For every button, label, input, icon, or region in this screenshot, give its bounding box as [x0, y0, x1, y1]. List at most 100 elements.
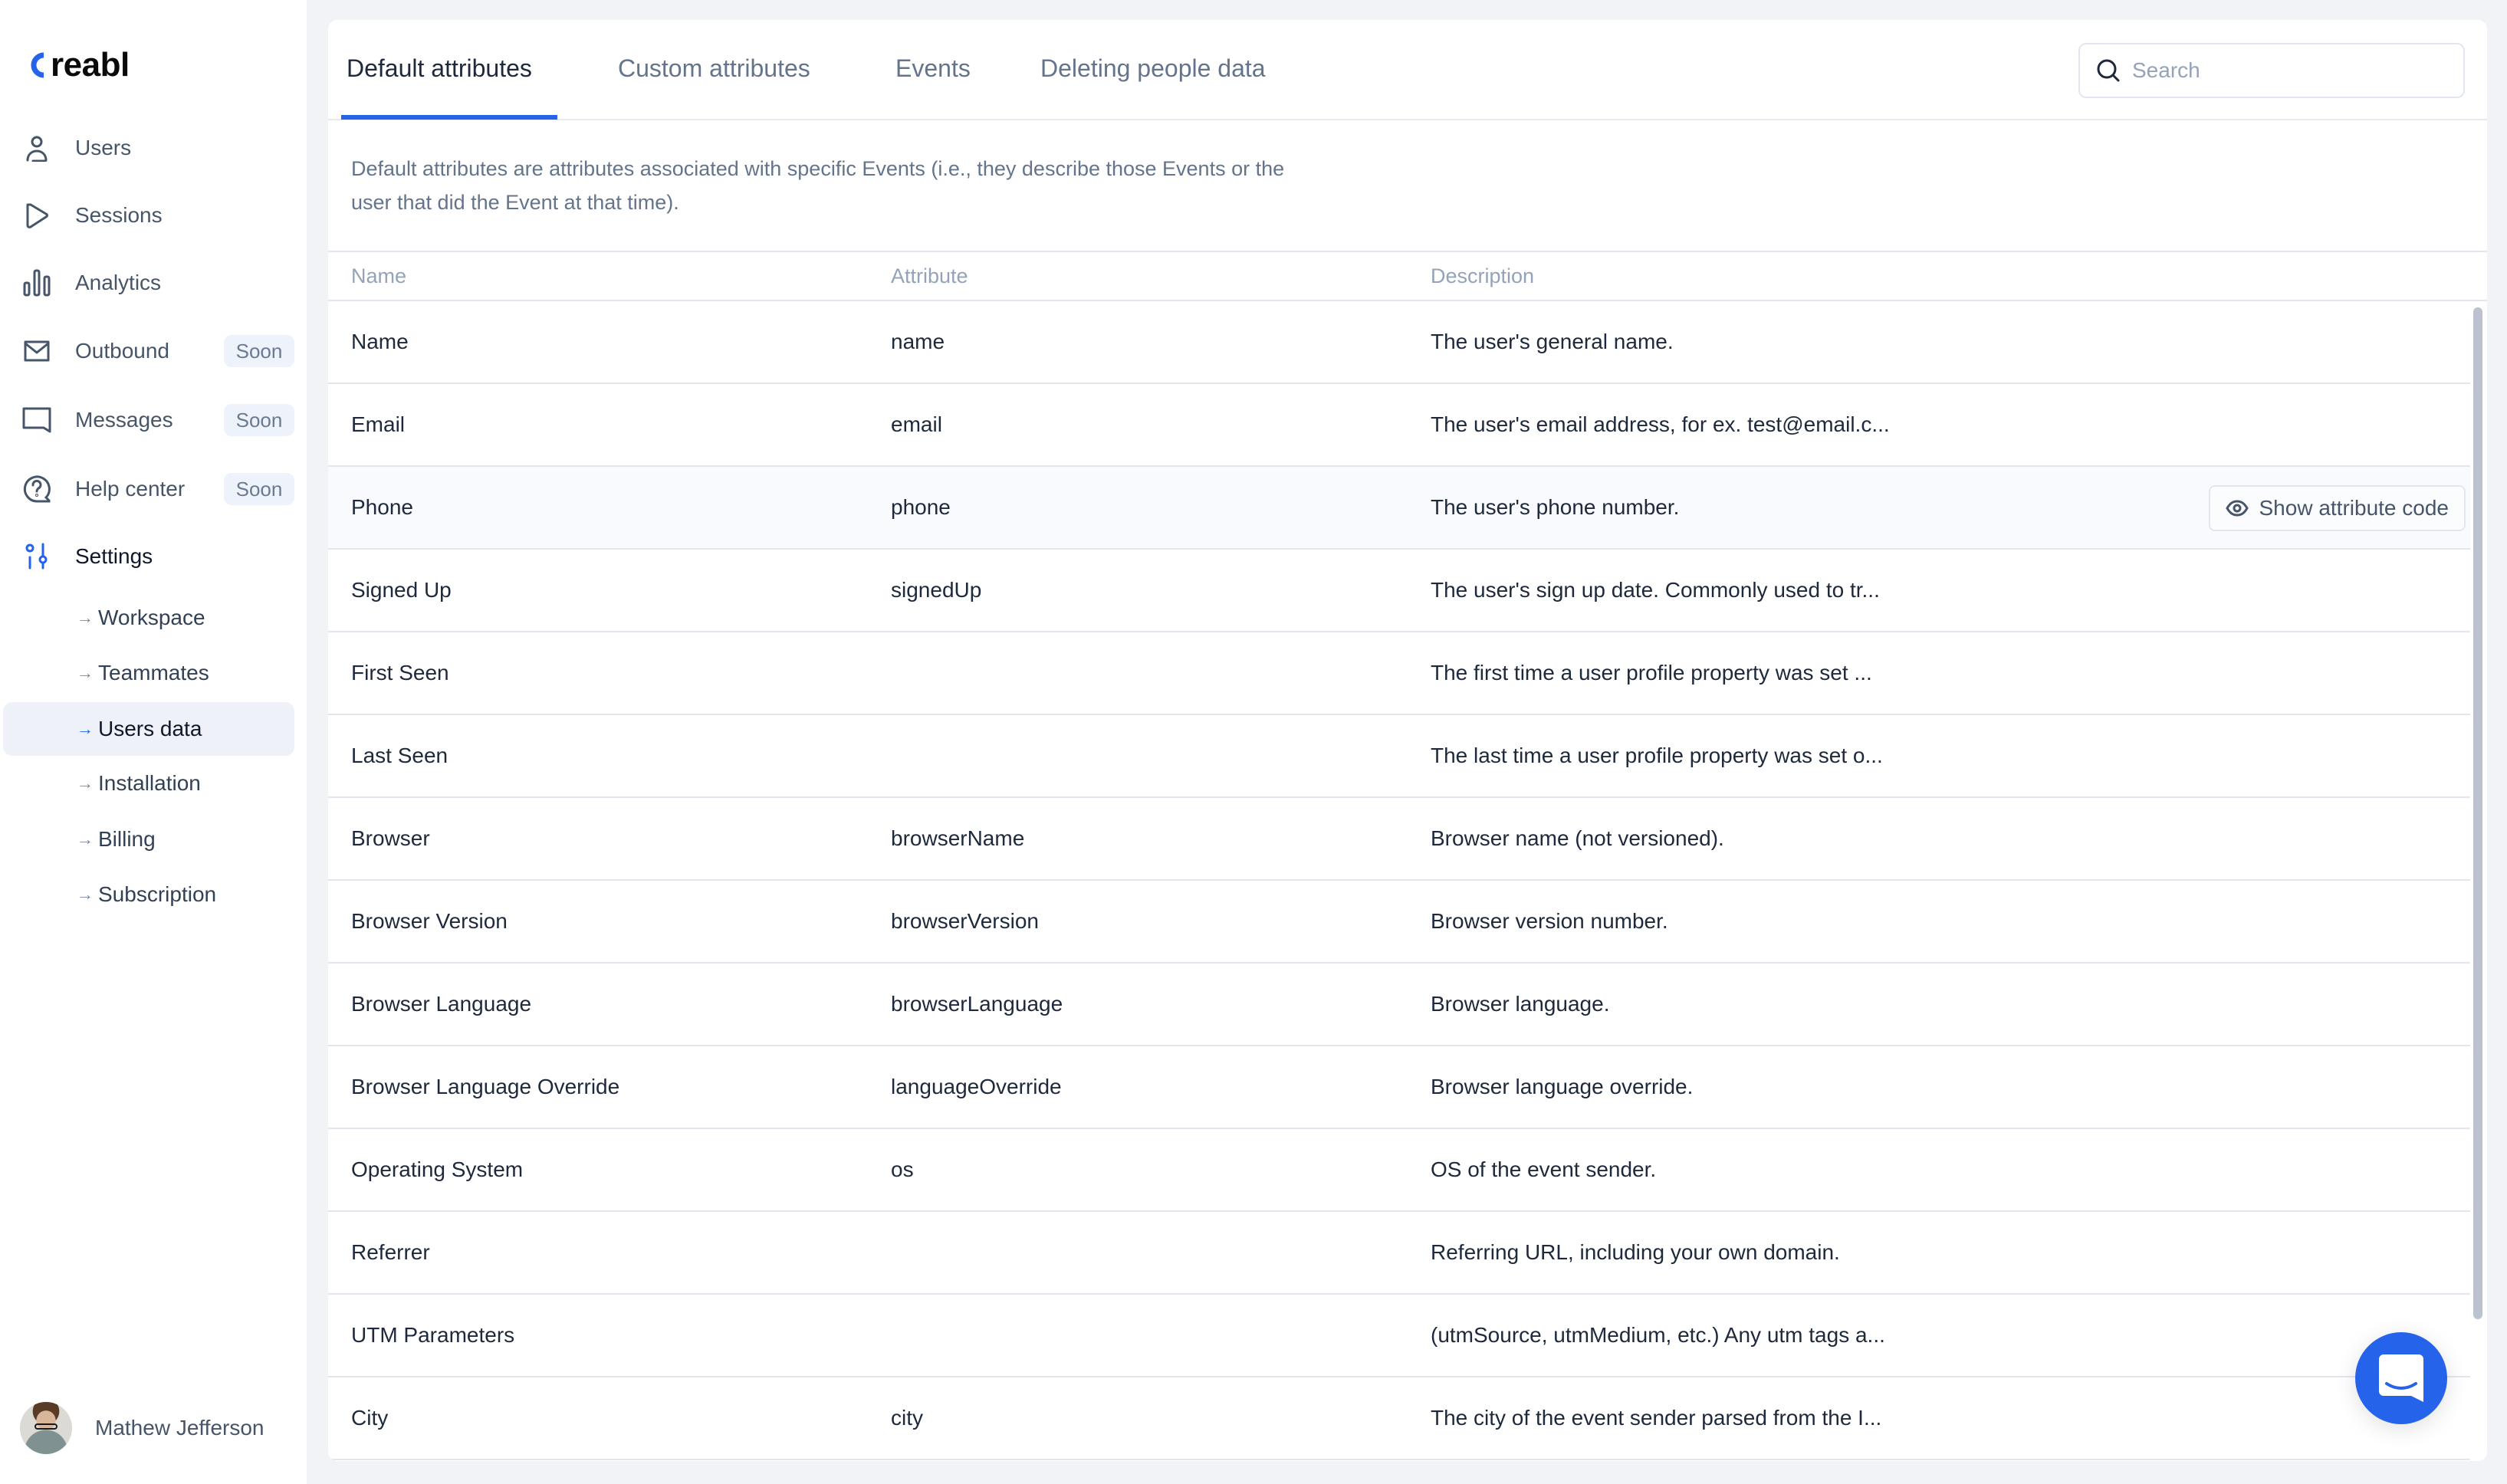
logo-mark-icon [31, 52, 44, 78]
cell-name: UTM Parameters [351, 1323, 515, 1347]
nav-item-sessions[interactable]: Sessions [0, 192, 294, 238]
nav-item-users[interactable]: Users [0, 125, 294, 171]
cell-description: The user's general name. [1431, 330, 1674, 353]
cell-description: The user's phone number. [1431, 495, 1680, 519]
cell-attribute: languageOverride [891, 1075, 1062, 1098]
sub-item-label: Users data [98, 717, 202, 740]
cell-description: The last time a user profile property wa… [1431, 744, 1883, 767]
tab-deleting-people-data[interactable]: Deleting people data [1040, 20, 1266, 120]
cell-name: City [351, 1406, 389, 1430]
settings-sub-teammates[interactable]: → Teammates [3, 646, 294, 700]
cell-description: The user's sign up date. Commonly used t… [1431, 578, 1880, 602]
tab-events[interactable]: Events [895, 20, 971, 120]
soon-badge: Soon [224, 335, 294, 367]
table-row[interactable]: Referrer Referring URL, including your ow… [328, 1212, 2470, 1295]
table-row[interactable]: Browser Version browserVersion Browser ver… [328, 881, 2470, 964]
settings-sub-subscription[interactable]: → Subscription [3, 868, 294, 921]
mail-icon [21, 336, 52, 366]
sub-item-label: Teammates [98, 661, 209, 685]
nav-label: Outbound [75, 339, 169, 363]
table-row[interactable]: Operating System os OS of the event sender… [328, 1129, 2470, 1212]
cell-attribute: phone [891, 495, 951, 519]
cell-description: (utmSource, utmMedium, etc.) Any utm tag… [1431, 1323, 1885, 1347]
table-row[interactable]: Phone phone The user's phone number. Show a… [328, 467, 2470, 550]
cell-description: Browser name (not versioned). [1431, 826, 1724, 850]
soon-badge: Soon [224, 404, 294, 436]
cell-description: Browser language override. [1431, 1075, 1694, 1098]
sub-item-label: Installation [98, 771, 201, 795]
table-row[interactable]: UTM Parameters (utmSource, utmMedium, etc… [328, 1295, 2470, 1377]
nav-label: Messages [75, 408, 173, 432]
nav-item-outbound[interactable]: Outbound Soon [0, 328, 294, 374]
tab-custom-attributes[interactable]: Custom attributes [618, 20, 810, 120]
sliders-icon [21, 541, 52, 572]
logo[interactable]: reabl [23, 48, 130, 83]
arrow-right-icon: → [77, 663, 94, 682]
avatar [20, 1402, 72, 1454]
cell-description: The first time a user profile property w… [1431, 661, 1872, 685]
table-row[interactable]: Browser browserName Browser name (not vers… [328, 798, 2470, 881]
sub-item-label: Workspace [98, 606, 205, 629]
table-row[interactable]: Last Seen The last time a user profile pr… [328, 715, 2470, 798]
active-tab-indicator [341, 115, 557, 120]
eye-icon [2225, 500, 2249, 517]
cell-attribute: os [891, 1157, 914, 1181]
nav-label: Sessions [75, 203, 163, 227]
table-row[interactable]: Signed Up signedUp The user's sign up date… [328, 550, 2470, 632]
nav-item-help-center[interactable]: Help center Soon [0, 466, 294, 512]
settings-sub-installation[interactable]: → Installation [3, 757, 294, 810]
settings-sub-billing[interactable]: → Billing [3, 813, 294, 866]
cell-name: Operating System [351, 1157, 524, 1181]
cell-attribute: browserVersion [891, 909, 1039, 933]
table-row[interactable]: City city The city of the event sender par… [328, 1377, 2470, 1460]
arrow-right-icon: → [77, 885, 94, 904]
search-box[interactable] [2078, 43, 2465, 98]
nav-item-analytics[interactable]: Analytics [0, 260, 294, 306]
show-attribute-code-button[interactable]: Show attribute code [2208, 485, 2466, 531]
cell-name: Signed Up [351, 578, 452, 602]
cell-name: Browser Language Override [351, 1075, 620, 1098]
cell-name: Referrer [351, 1240, 430, 1264]
sub-item-label: Billing [98, 827, 156, 851]
search-input[interactable] [2132, 58, 2454, 83]
arrow-right-icon: → [77, 829, 94, 849]
column-header-description[interactable]: Description [1431, 252, 1534, 300]
settings-sub-workspace[interactable]: → Workspace [3, 591, 294, 645]
nav-label: Analytics [75, 271, 162, 294]
settings-sub-users-data[interactable]: → Users data [3, 702, 294, 756]
chat-icon [2379, 1354, 2423, 1402]
nav-label: Settings [75, 544, 153, 568]
table-row[interactable]: Browser Language browserLanguage Browser l… [328, 964, 2470, 1046]
cell-name: Name [351, 330, 409, 353]
user-profile[interactable]: Mathew Jefferson [20, 1401, 264, 1455]
cell-name: Email [351, 412, 406, 436]
nav-item-messages[interactable]: Messages Soon [0, 397, 294, 443]
cell-description: Browser version number. [1431, 909, 1668, 933]
search-icon [2097, 59, 2120, 82]
cell-description: OS of the event sender. [1431, 1157, 1657, 1181]
table-scrollbar[interactable] [2473, 307, 2482, 1319]
column-header-name[interactable]: Name [351, 252, 406, 300]
nav-label: Help center [75, 477, 186, 501]
logo-text: reabl [51, 46, 130, 84]
arrow-right-icon: → [77, 773, 94, 793]
table-row[interactable]: Email email The user's email address, for … [328, 384, 2470, 467]
table-row[interactable]: Browser Language Override languageOverrid… [328, 1046, 2470, 1129]
cell-description: The user's email address, for ex. test@e… [1431, 412, 1890, 436]
chat-launcher-button[interactable] [2355, 1332, 2447, 1424]
nav-item-settings[interactable]: Settings [0, 534, 294, 579]
cell-attribute: browserName [891, 826, 1025, 850]
user-name: Mathew Jefferson [95, 1416, 264, 1440]
sidebar: reabl Users Sessions Analytics Outbound … [0, 0, 307, 1484]
cell-name: Phone [351, 495, 413, 519]
cell-attribute: signedUp [891, 578, 982, 602]
avatar-glasses [34, 1423, 58, 1430]
column-header-attribute[interactable]: Attribute [891, 252, 968, 300]
cell-attribute: name [891, 330, 945, 353]
table-row[interactable]: First Seen The first time a user profile … [328, 632, 2470, 715]
tab-default-attributes[interactable]: Default attributes [347, 20, 532, 120]
show-attribute-code-label: Show attribute code [2259, 496, 2450, 520]
help-icon [21, 474, 52, 504]
table-row[interactable]: Name name The user's general name. [328, 301, 2470, 384]
cell-description: Referring URL, including your own domain… [1431, 1240, 1840, 1264]
